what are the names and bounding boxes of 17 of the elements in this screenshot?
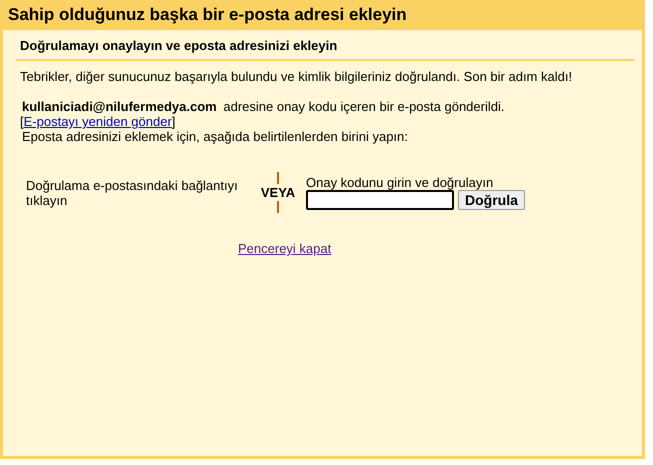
section-title: Doğrulamayı onaylayın ve eposta adresinizi ekleyin: [19, 37, 338, 55]
bracket-text: [: [20, 114, 24, 129]
bracket-text: ]: [172, 114, 176, 129]
separator-text: VEYA: [260, 184, 296, 201]
instruction-text: Eposta adresinizi eklemek için, aşağıda belirtilenlerden birini yapın:: [21, 129, 409, 144]
separator-line: [277, 172, 279, 184]
success-message: Tebrikler, diğer sunucunuz başarıyla bulundu ve kimlik bilgileriniz doğrulandı. Son bir adım kaldı!: [19, 68, 574, 86]
resend-link[interactable]: E-postayı yeniden gönder: [24, 114, 172, 129]
code-field[interactable]: [306, 190, 454, 210]
email-address: kullaniciadi@nilufermedya.com: [22, 99, 217, 114]
separator-line: [277, 201, 279, 213]
dialog-title: Sahip olduğunuz başka bir e-posta adresi ekleyin: [8, 5, 407, 25]
verify-button[interactable]: Doğrula: [458, 190, 525, 210]
close-window-link[interactable]: Pencereyi kapat: [238, 241, 332, 256]
option-text: Doğrulama e-postasındaki bağlantıyı tıklayın: [25, 178, 239, 208]
code-label: Onay kodunu girin ve doğrulayın: [306, 175, 494, 190]
sent-message: adresine onay kodu içeren bir e-posta gönderildi.: [223, 99, 504, 114]
